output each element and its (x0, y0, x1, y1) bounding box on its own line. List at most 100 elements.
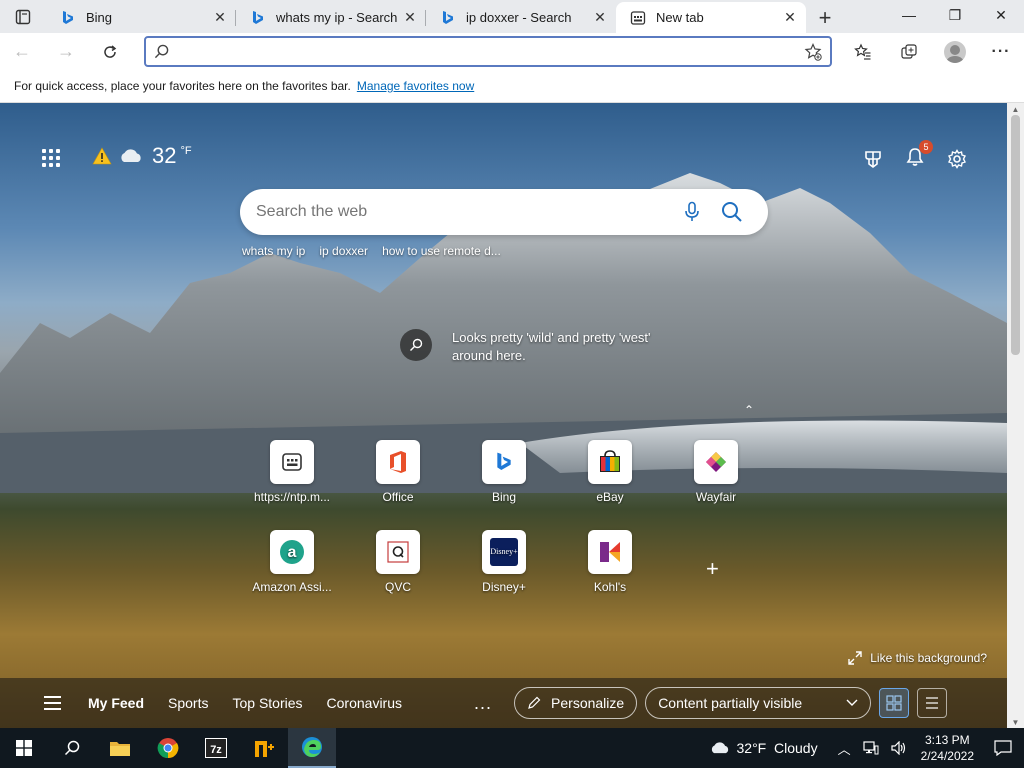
file-explorer-button[interactable] (96, 728, 144, 768)
list-layout-button[interactable] (917, 688, 948, 718)
taskbar-search-button[interactable] (48, 728, 96, 768)
search-icon (64, 740, 80, 756)
window-controls: — ❐ ✕ (886, 0, 1024, 30)
minimize-button[interactable]: — (886, 0, 932, 30)
quick-link-tile[interactable]: QVC (358, 530, 438, 594)
search-icon (154, 44, 169, 59)
refresh-button[interactable] (88, 33, 132, 70)
rewards-icon[interactable] (863, 149, 883, 169)
edge-button[interactable] (288, 728, 336, 768)
image-info: Looks pretty 'wild' and pretty 'west' ar… (400, 329, 692, 365)
tab-bing[interactable]: Bing ✕ (46, 2, 236, 33)
profile-button[interactable] (932, 33, 978, 70)
settings-more-button[interactable]: ··· (978, 33, 1024, 70)
action-center-icon[interactable] (994, 740, 1012, 756)
quick-link-tile[interactable]: a Amazon Assi... (252, 530, 332, 594)
recent-search-item[interactable]: whats my ip (242, 244, 305, 258)
search-submit-button[interactable] (712, 192, 752, 232)
scroll-down-arrow[interactable]: ▼ (1007, 716, 1024, 728)
warning-icon (92, 147, 112, 165)
tab-ip-doxxer[interactable]: ip doxxer - Search ✕ (426, 2, 616, 33)
feed-tab-top-stories[interactable]: Top Stories (232, 695, 302, 711)
image-search-button[interactable] (400, 329, 432, 361)
taskbar-weather[interactable]: 32°F Cloudy (737, 740, 818, 756)
feed-tab-my-feed[interactable]: My Feed (88, 695, 144, 711)
manage-favorites-link[interactable]: Manage favorites now (357, 79, 474, 93)
quick-link-label: Office (382, 490, 414, 504)
content-visibility-dropdown[interactable]: Content partially visible (645, 687, 872, 719)
scroll-up-arrow[interactable]: ▲ (1007, 103, 1024, 115)
personalize-button[interactable]: Personalize (514, 687, 638, 719)
start-button[interactable] (0, 728, 48, 768)
chevron-down-icon (846, 699, 858, 706)
clock-time: 3:13 PM (924, 733, 970, 747)
browser-toolbar: ← → ··· (0, 33, 1024, 70)
favorites-button[interactable] (840, 33, 886, 70)
network-icon[interactable] (863, 741, 879, 755)
web-search-input[interactable] (256, 203, 672, 221)
back-button[interactable]: ← (0, 33, 44, 70)
recent-search-item[interactable]: how to use remote d... (382, 244, 501, 258)
close-tab-icon[interactable]: ✕ (212, 9, 228, 26)
tab-title: New tab (656, 10, 704, 25)
apps-grid-icon[interactable] (42, 149, 62, 167)
like-background-button[interactable]: Like this background? (848, 651, 987, 665)
windows-taskbar: 7z 32°F Cloudy ︿ 3:13 PM 2/24/2022 (0, 728, 1024, 768)
quick-link-tile[interactable]: eBay (570, 440, 650, 504)
tab-title: Bing (86, 10, 113, 25)
ntp-site-icon (270, 440, 314, 484)
chevron-up-icon[interactable]: ︿ (838, 739, 851, 758)
personalize-label: Personalize (551, 695, 625, 711)
forward-button[interactable]: → (44, 33, 88, 70)
chrome-button[interactable] (144, 728, 192, 768)
quick-link-tile[interactable]: Wayfair (676, 440, 756, 504)
tab-strip: Bing ✕ whats my ip - Search ✕ ip doxxer … (0, 0, 1024, 33)
quick-link-label: QVC (384, 580, 411, 594)
clock[interactable]: 3:13 PM 2/24/2022 (921, 732, 974, 764)
close-tab-icon[interactable]: ✕ (782, 9, 798, 26)
voice-search-button[interactable] (672, 192, 712, 232)
address-bar[interactable] (144, 36, 832, 67)
tab-whats-my-ip[interactable]: whats my ip - Search ✕ (236, 2, 426, 33)
add-quick-link-button[interactable]: + (706, 556, 719, 582)
restore-button[interactable]: ❐ (932, 0, 978, 30)
gear-icon[interactable] (947, 148, 967, 169)
grid-layout-button[interactable] (879, 688, 910, 718)
web-search-box[interactable] (240, 189, 768, 235)
recent-searches: whats my ip ip doxxer how to use remote … (242, 244, 501, 258)
tab-actions-button[interactable] (0, 0, 46, 33)
page-scrollbar[interactable]: ▲ ▼ (1007, 103, 1024, 728)
ntp-top-right: 5 (863, 140, 967, 170)
close-tab-icon[interactable]: ✕ (402, 9, 418, 26)
new-tab-button[interactable]: + (810, 2, 840, 33)
feed-tab-sports[interactable]: Sports (168, 695, 208, 711)
collections-button[interactable] (886, 33, 932, 70)
add-favorite-icon[interactable] (804, 42, 822, 61)
7zip-button[interactable]: 7z (192, 728, 240, 768)
weather-widget[interactable]: 32 °F (92, 143, 192, 169)
close-tab-icon[interactable]: ✕ (592, 9, 608, 26)
quick-link-tile[interactable]: Bing (464, 440, 544, 504)
close-window-button[interactable]: ✕ (978, 0, 1024, 30)
quick-link-tile[interactable]: Disney+ Disney+ (464, 530, 544, 594)
notifications-button[interactable]: 5 (905, 140, 933, 170)
scrollbar-thumb[interactable] (1011, 115, 1020, 355)
cloud-icon (711, 742, 728, 754)
quick-link-tile[interactable]: Office (358, 440, 438, 504)
recent-search-item[interactable]: ip doxxer (319, 244, 368, 258)
address-input[interactable] (183, 43, 804, 60)
image-caption[interactable]: Looks pretty 'wild' and pretty 'west' ar… (452, 329, 692, 365)
hamburger-menu-icon[interactable] (10, 696, 61, 710)
feed-tab-coronavirus[interactable]: Coronavirus (327, 695, 402, 711)
feed-more-button[interactable]: ... (474, 693, 492, 714)
notepad-plus-button[interactable] (240, 728, 288, 768)
content-visibility-label: Content partially visible (658, 695, 803, 711)
quick-link-tile[interactable]: https://ntp.m... (252, 440, 332, 504)
chevron-up-icon[interactable]: ⌃ (744, 403, 754, 417)
weather-temperature: 32 (152, 143, 177, 168)
volume-icon[interactable] (891, 741, 907, 755)
favorites-bar-message: For quick access, place your favorites h… (14, 79, 351, 93)
quick-link-tile[interactable]: Kohl's (570, 530, 650, 594)
tab-new-tab[interactable]: New tab ✕ (616, 2, 806, 33)
toolbar-right: ··· (840, 33, 1024, 70)
